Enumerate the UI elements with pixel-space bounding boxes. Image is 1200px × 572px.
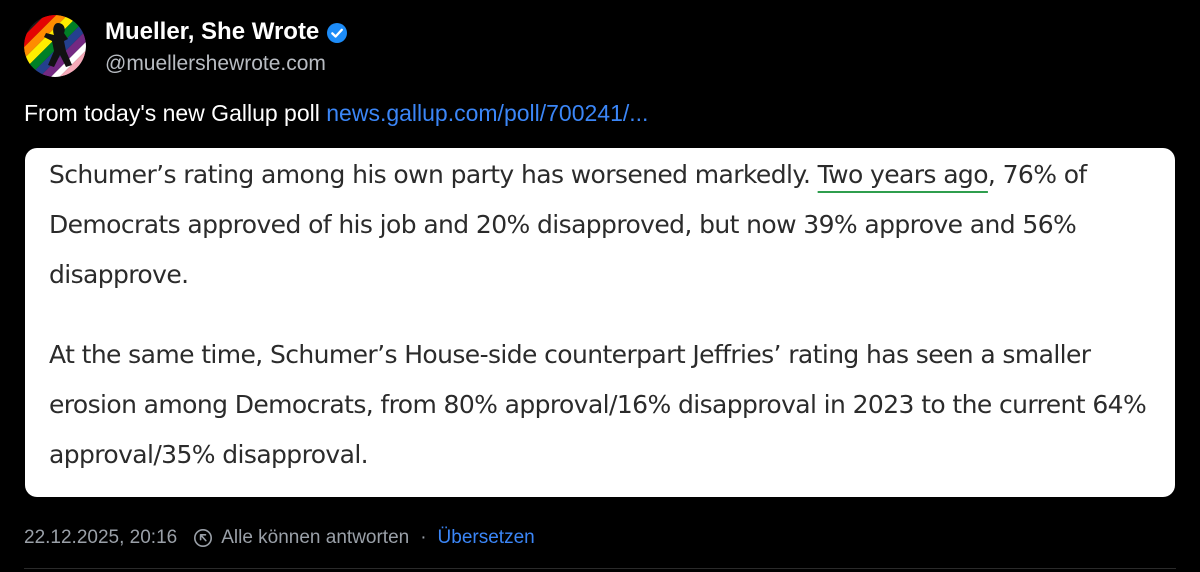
- reply-setting-label: Alle können antworten: [221, 527, 410, 548]
- post: Mueller, She Wrote @muellershewrote.com …: [0, 0, 1200, 572]
- author-name[interactable]: Mueller, She Wrote: [105, 18, 348, 46]
- translate-button[interactable]: Übersetzen: [438, 527, 535, 549]
- divider: [24, 568, 1176, 569]
- footer-separator: ·: [420, 527, 427, 548]
- post-timestamp[interactable]: 22.12.2025, 20:16: [24, 527, 177, 549]
- embedded-image[interactable]: Schumer’s rating among his own party has…: [25, 148, 1175, 497]
- author-handle[interactable]: @muellershewrote.com: [105, 52, 326, 76]
- embed-underlined-phrase: Two years ago: [817, 160, 989, 189]
- author-display-name: Mueller, She Wrote: [105, 18, 320, 45]
- embed-paragraph-1-start: Schumer’s rating among his own party has…: [49, 160, 818, 189]
- embed-paragraph-1: Schumer’s rating among his own party has…: [49, 150, 1159, 300]
- post-text-body: From today's new Gallup poll: [24, 100, 327, 126]
- verified-badge-icon: [326, 22, 348, 44]
- post-footer: 22.12.2025, 20:16 Alle können antworten …: [24, 527, 535, 549]
- post-text: From today's new Gallup poll news.gallup…: [24, 100, 648, 127]
- embed-paragraph-2: At the same time, Schumer’s House-side c…: [49, 340, 1147, 469]
- post-link[interactable]: news.gallup.com/poll/700241/...: [326, 100, 648, 126]
- reply-setting-icon: [193, 528, 213, 548]
- avatar[interactable]: [24, 15, 86, 77]
